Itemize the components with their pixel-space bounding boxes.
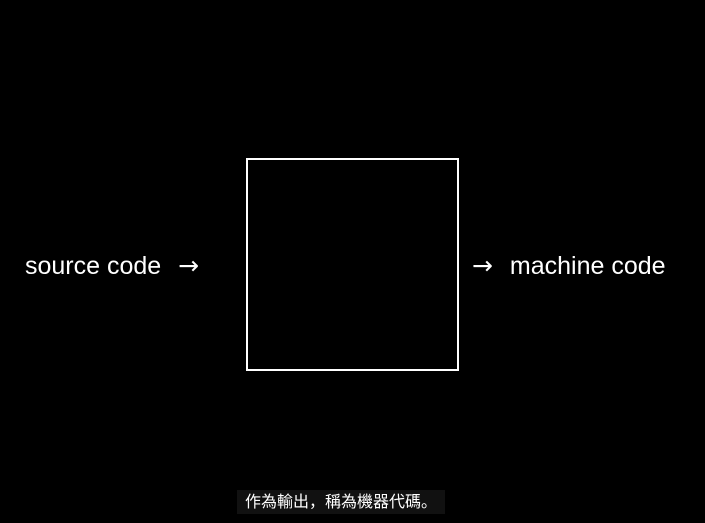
output-arrow-icon: → [472,251,493,280]
output-group: → machine code [472,248,666,284]
compiler-box [246,158,459,371]
output-label: machine code [509,252,666,280]
diagram-canvas: source code → → machine code 作為輸出，稱為機器代碼… [0,0,705,523]
input-label: source code [25,252,162,280]
input-arrow-icon: → [178,251,200,280]
input-group: source code → [25,248,199,284]
subtitle-caption: 作為輸出，稱為機器代碼。 [237,490,446,514]
